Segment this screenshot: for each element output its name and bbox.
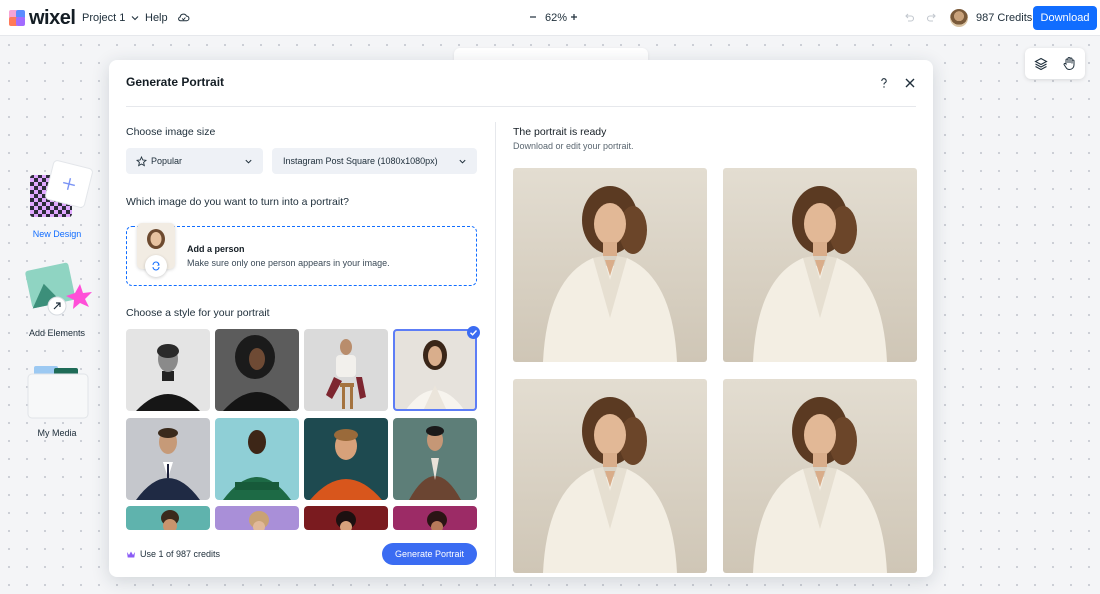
help-icon[interactable] (878, 77, 890, 89)
style-option[interactable] (215, 418, 299, 500)
style-section-label: Choose a style for your portrait (126, 307, 270, 319)
sidebar-item-my-media[interactable]: My Media (18, 364, 96, 442)
add-person-dropzone[interactable]: Add a person Make sure only one person a… (126, 223, 477, 286)
style-option-selected[interactable] (393, 329, 477, 411)
user-avatar[interactable] (950, 9, 968, 27)
top-bar: wixel Project 1 Help 62% 987 Credits Dow… (0, 0, 1100, 36)
layers-icon[interactable] (1034, 57, 1048, 71)
header-divider (126, 106, 916, 107)
cloud-sync-icon[interactable] (177, 11, 190, 24)
style-option[interactable] (393, 418, 477, 500)
star-icon (136, 155, 147, 166)
crown-icon (127, 551, 135, 557)
zoom-out-icon[interactable] (528, 12, 538, 22)
image-question-label: Which image do you want to turn into a p… (126, 196, 349, 208)
project-name: Project 1 (82, 12, 126, 24)
generated-portrait[interactable] (513, 379, 707, 573)
hand-pan-icon[interactable] (1062, 56, 1077, 71)
style-option[interactable] (215, 329, 299, 411)
chevron-down-icon (459, 159, 466, 164)
size-section-label: Choose image size (126, 126, 216, 138)
generate-portrait-dialog: Generate Portrait Choose image size Popu… (109, 60, 933, 577)
download-button[interactable]: Download (1033, 6, 1097, 30)
canvas-tools (1025, 48, 1085, 79)
undo-icon[interactable] (903, 11, 915, 23)
sidebar-label-add-elements: Add Elements (28, 328, 86, 338)
column-divider (495, 122, 496, 577)
zoom-level[interactable]: 62% (545, 0, 567, 36)
help-label: Help (145, 12, 168, 24)
add-elements-icon (25, 262, 92, 316)
style-option[interactable] (304, 329, 388, 411)
credits-label: 987 Credits (976, 12, 1033, 24)
generated-portrait[interactable] (723, 168, 917, 362)
redo-icon[interactable] (926, 11, 938, 23)
size-option-select[interactable]: Instagram Post Square (1080x1080px) (272, 148, 477, 174)
style-option[interactable] (215, 506, 299, 530)
credits-usage: Use 1 of 987 credits (126, 549, 220, 559)
zoom-in-icon[interactable] (569, 12, 579, 22)
style-option[interactable] (126, 506, 210, 530)
help-menu[interactable]: Help (145, 0, 168, 36)
add-person-title: Add a person (187, 244, 245, 254)
chevron-down-icon (132, 16, 139, 21)
style-option[interactable] (304, 506, 388, 530)
generated-portrait[interactable] (723, 379, 917, 573)
credits-counter[interactable]: 987 Credits (976, 0, 1032, 36)
sidebar-label-my-media: My Media (37, 428, 77, 438)
style-option[interactable] (304, 418, 388, 500)
style-option[interactable] (393, 506, 477, 530)
generated-portrait[interactable] (513, 168, 707, 362)
result-title: The portrait is ready (513, 126, 607, 138)
chevron-down-icon (245, 159, 252, 164)
selected-check-icon (467, 326, 480, 339)
size-category-select[interactable]: Popular (126, 148, 263, 174)
style-option[interactable] (126, 329, 210, 411)
close-icon[interactable] (904, 77, 916, 89)
swap-icon (152, 261, 160, 271)
logo[interactable]: wixel (9, 6, 76, 29)
size-category-value: Popular (151, 156, 183, 166)
sidebar-label-new-design: New Design (32, 229, 82, 239)
size-option-value: Instagram Post Square (1080x1080px) (283, 156, 438, 166)
logo-text: wixel (29, 6, 76, 29)
canvas-toolbar (454, 48, 648, 60)
sidebar-item-add-elements[interactable]: Add Elements (18, 262, 96, 342)
add-person-hint: Make sure only one person appears in you… (187, 258, 390, 268)
style-option[interactable] (126, 418, 210, 500)
generate-portrait-button[interactable]: Generate Portrait (382, 543, 477, 565)
swap-image-button[interactable] (145, 255, 167, 277)
my-media-icon (27, 366, 89, 419)
project-menu[interactable]: Project 1 (82, 0, 140, 36)
result-subtitle: Download or edit your portrait. (513, 141, 634, 151)
sidebar-item-new-design[interactable]: New Design (18, 158, 96, 242)
zoom-level-text: 62% (545, 12, 568, 24)
new-design-icon (30, 160, 93, 217)
logo-mark-icon (9, 10, 25, 26)
credits-usage-text: Use 1 of 987 credits (140, 549, 221, 559)
dialog-title: Generate Portrait (126, 75, 225, 89)
